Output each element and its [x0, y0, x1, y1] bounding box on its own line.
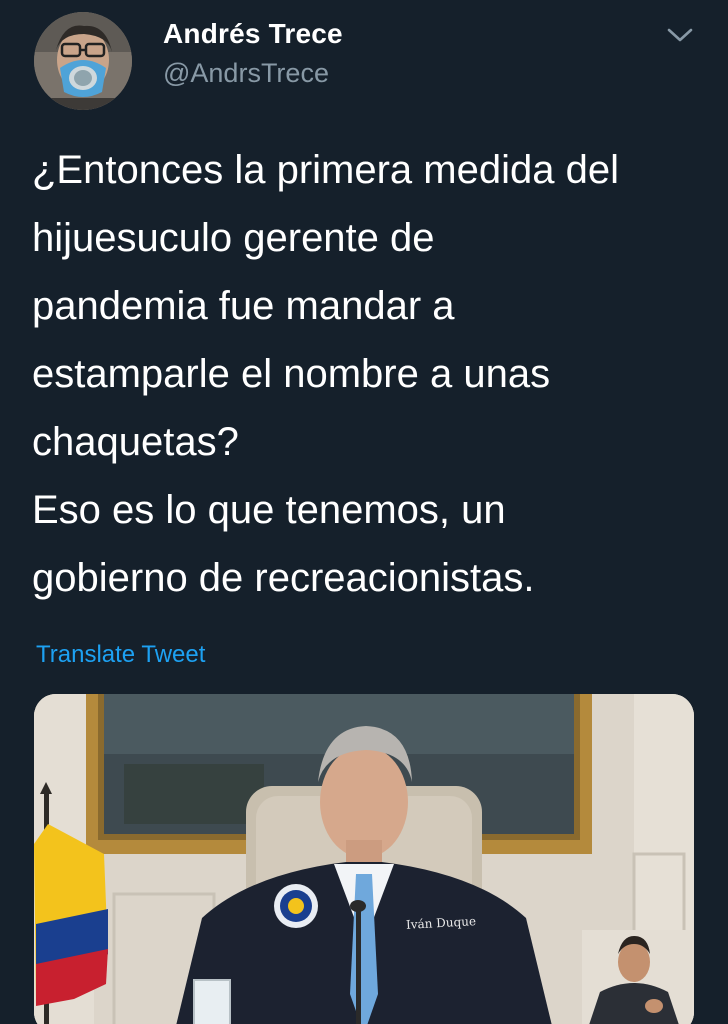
tweet-card: Andrés Trece @AndrsTrece ¿Entonces la pr…: [0, 0, 728, 1024]
author-display-name[interactable]: Andrés Trece: [163, 18, 343, 50]
translate-tweet-link[interactable]: Translate Tweet: [36, 641, 205, 669]
tweet-text-line: gobierno de recreacionistas.: [32, 556, 535, 600]
tweet-text-line: Eso es lo que tenemos, un: [32, 488, 506, 532]
tweet-text: ¿Entonces la primera medida del hijuesuc…: [32, 136, 712, 612]
tweet-text-line: ¿Entonces la primera medida del: [32, 148, 619, 192]
tweet-menu-button[interactable]: [662, 20, 698, 50]
avatar-image: [34, 12, 132, 110]
tweet-text-line: hijuesuculo gerente de: [32, 216, 435, 260]
author-handle[interactable]: @AndrsTrece: [163, 58, 329, 89]
tweet-text-line: pandemia fue mandar a: [32, 284, 455, 328]
tweet-text-line: estamparle el nombre a unas: [32, 352, 551, 396]
media-photo-image: [34, 694, 694, 1024]
chevron-down-icon: [667, 28, 693, 42]
tweet-text-line: chaquetas?: [32, 420, 239, 464]
tweet-media-photo[interactable]: Iván Duque: [34, 694, 694, 1024]
avatar[interactable]: [34, 12, 132, 110]
